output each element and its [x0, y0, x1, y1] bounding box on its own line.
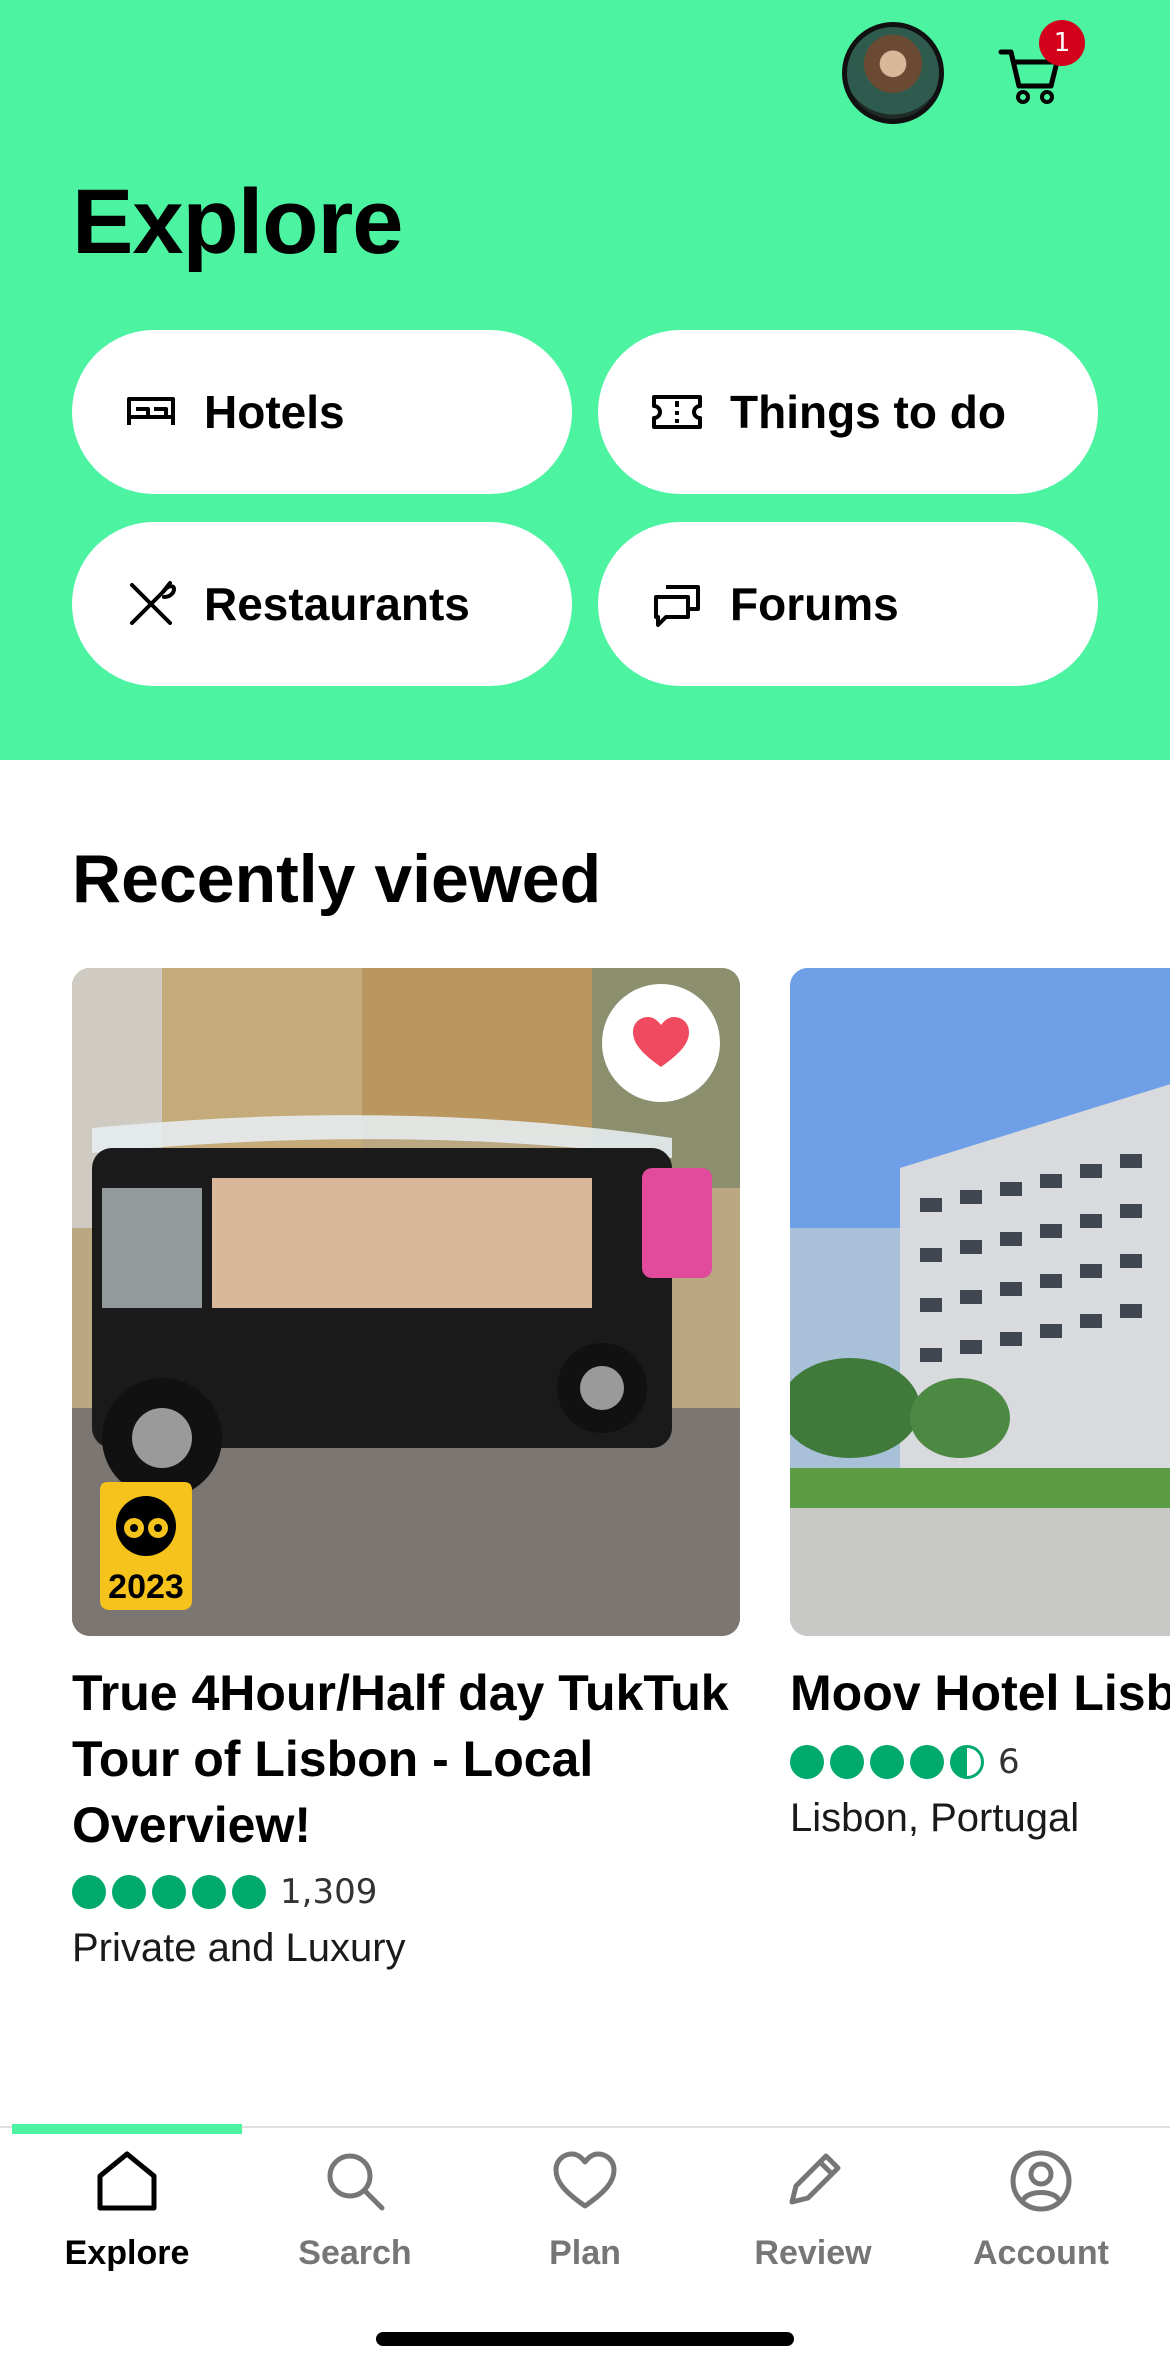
- restaurants-button[interactable]: Restaurants: [72, 522, 572, 686]
- tab-review-label: Review: [754, 2234, 872, 2272]
- rating-bubble: [910, 1745, 944, 1779]
- tab-account[interactable]: Account: [926, 2146, 1156, 2273]
- rating-bubble: [830, 1745, 864, 1779]
- tab-explore-label: Explore: [64, 2234, 190, 2272]
- things-to-do-label: Things to do: [730, 386, 1006, 438]
- tab-plan-label: Plan: [549, 2234, 621, 2272]
- moov-hotel-title[interactable]: Moov Hotel Lisb: [790, 1660, 1170, 1726]
- page-title: Explore: [72, 171, 403, 273]
- search-icon: [327, 2153, 385, 2211]
- active-tab-indicator: [12, 2124, 242, 2134]
- ticket-icon: [652, 395, 702, 429]
- tuktuk-tour-title[interactable]: True 4Hour/Half day TukTuk Tour of Lisbo…: [72, 1660, 732, 1858]
- home-indicator: [376, 2332, 794, 2346]
- things-to-do-button[interactable]: Things to do: [598, 330, 1098, 494]
- review-count: 6: [998, 1742, 1020, 1782]
- tab-account-label: Account: [973, 2234, 1109, 2272]
- save-favorite-button[interactable]: [602, 984, 720, 1102]
- hotels-button[interactable]: Hotels: [72, 330, 572, 494]
- moov-hotel-rating: 6: [790, 1742, 1020, 1782]
- tuktuk-tour-subtitle: Private and Luxury: [72, 1926, 406, 1970]
- hotel-photo: [790, 968, 1170, 1636]
- award-year: 2023: [108, 1568, 184, 1606]
- heart-filled-icon: [633, 1017, 689, 1067]
- user-avatar[interactable]: [842, 22, 944, 124]
- moov-hotel-location: Lisbon, Portugal: [790, 1796, 1080, 1840]
- bed-icon: [127, 397, 175, 425]
- rating-bubble: [870, 1745, 904, 1779]
- pencil-icon: [789, 2153, 841, 2205]
- cart-badge: 1: [1039, 20, 1085, 66]
- rating-bubble: [232, 1875, 266, 1909]
- tab-search[interactable]: Search: [240, 2146, 470, 2273]
- chat-bubbles-icon: [654, 585, 700, 627]
- forums-button[interactable]: Forums: [598, 522, 1098, 686]
- tuktuk-tour-rating: 1,309: [72, 1872, 377, 1912]
- rating-bubble: [112, 1875, 146, 1909]
- moov-hotel-image[interactable]: [790, 968, 1170, 1636]
- utensils-icon: [130, 581, 177, 625]
- account-icon: [1010, 2150, 1072, 2212]
- home-icon: [97, 2151, 157, 2211]
- rating-bubble: [152, 1875, 186, 1909]
- rating-bubble: [790, 1745, 824, 1779]
- review-count: 1,309: [280, 1872, 378, 1912]
- restaurants-label: Restaurants: [204, 578, 470, 630]
- rating-bubble: [192, 1875, 226, 1909]
- rating-bubble-half: [950, 1745, 984, 1779]
- hotels-label: Hotels: [204, 386, 345, 438]
- recently-viewed-title: Recently viewed: [72, 841, 602, 917]
- travelers-choice-award-badge: 2023: [96, 1480, 196, 1612]
- forums-label: Forums: [730, 578, 899, 630]
- tab-explore[interactable]: Explore: [12, 2146, 242, 2273]
- tab-review[interactable]: Review: [698, 2146, 928, 2273]
- tab-search-label: Search: [298, 2234, 412, 2272]
- heart-icon: [553, 2151, 617, 2209]
- rating-bubble: [72, 1875, 106, 1909]
- tab-plan[interactable]: Plan: [470, 2146, 700, 2273]
